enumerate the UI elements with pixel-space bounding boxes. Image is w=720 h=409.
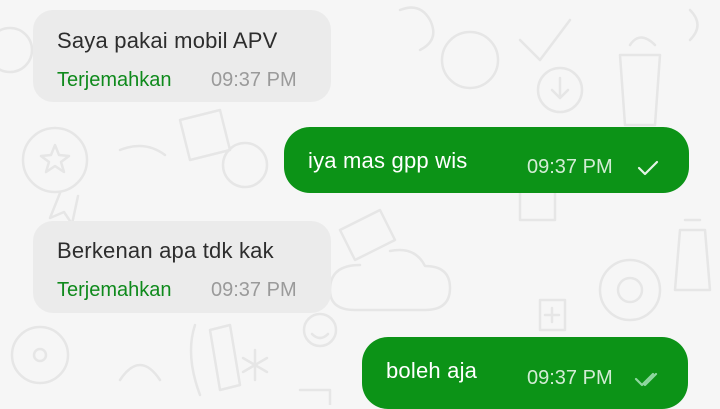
message-text: boleh aja	[386, 358, 478, 383]
message-bubble-incoming[interactable]: Berkenan apa tdk kak Terjemahkan 09:37 P…	[33, 221, 331, 313]
translate-link[interactable]: Terjemahkan	[57, 279, 172, 302]
message-bubble-incoming[interactable]: Saya pakai mobil APV Terjemahkan 09:37 P…	[33, 10, 331, 102]
message-timestamp: 09:37 PM	[527, 367, 613, 389]
double-check-icon	[634, 372, 658, 387]
message-timestamp: 09:37 PM	[211, 279, 297, 301]
message-text: Saya pakai mobil APV	[57, 28, 278, 53]
message-bubble-outgoing[interactable]: iya mas gpp wis 09:37 PM	[284, 127, 689, 193]
message-timestamp: 09:37 PM	[211, 69, 297, 91]
translate-link[interactable]: Terjemahkan	[57, 69, 172, 92]
single-check-icon	[637, 160, 659, 176]
message-text: iya mas gpp wis	[308, 148, 468, 173]
message-timestamp: 09:37 PM	[527, 156, 613, 178]
message-bubble-outgoing[interactable]: boleh aja 09:37 PM	[362, 337, 688, 409]
message-text: Berkenan apa tdk kak	[57, 238, 274, 263]
